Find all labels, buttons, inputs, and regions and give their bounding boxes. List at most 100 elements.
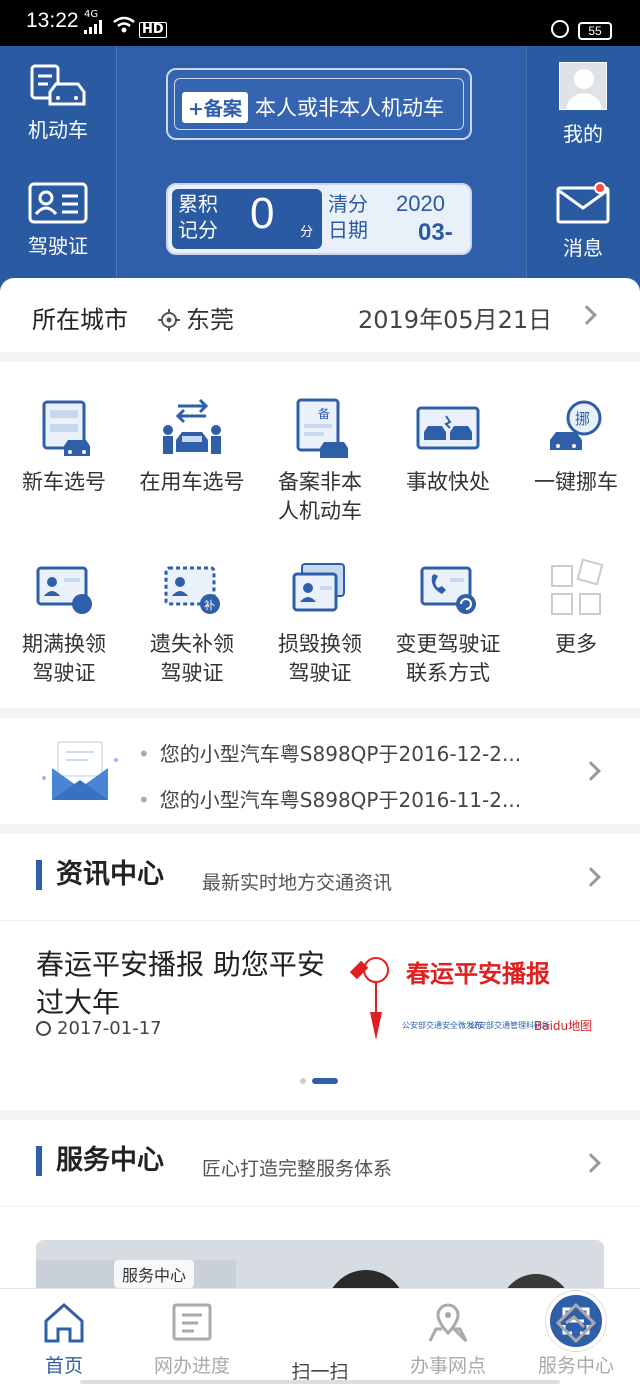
service-center-title: 服务中心: [36, 1146, 164, 1176]
locate-icon: [158, 309, 180, 331]
vehicle-entry[interactable]: 机动车: [0, 64, 116, 143]
header-panel: 机动车 驾驶证 +备案 本人或非本人机动车 累积记分 0 分 清分日期 2020…: [0, 46, 640, 296]
news-image-text: 春运平安播报: [406, 960, 550, 988]
news-headline: 春运平安播报 助您平安过大年: [36, 948, 325, 1019]
tab-label: 网办进度: [153, 1355, 230, 1377]
service-change-contact[interactable]: 变更驾驶证联系方式: [384, 558, 512, 688]
city-date: 2019年05月21日: [358, 306, 553, 334]
message-entry[interactable]: 消息: [526, 182, 640, 261]
accident-icon: [416, 406, 480, 450]
message-badge: [594, 182, 606, 194]
renew-license-icon: [36, 566, 92, 614]
rotation-lock-icon: [551, 20, 569, 38]
tab-service-center[interactable]: 服务中心: [512, 1301, 640, 1378]
score-panel[interactable]: 累积记分 0 分 清分日期 2020 03-: [166, 183, 472, 255]
network-type: 4G: [84, 9, 99, 20]
service-accident[interactable]: 事故快处: [384, 396, 512, 497]
service-label: 更多: [555, 632, 597, 656]
license-entry[interactable]: 驾驶证: [0, 180, 116, 259]
avatar: [559, 62, 607, 110]
status-time: 13:22: [26, 9, 79, 32]
notice-card[interactable]: 您的小型汽车粤S898QP于2016-12-2... 您的小型汽车粤S898QP…: [0, 718, 640, 824]
clear-year: 2020: [396, 191, 445, 216]
notice-item: 您的小型汽车粤S898QP于2016-11-2...: [138, 784, 521, 813]
clear-month: 03-: [418, 219, 453, 246]
score-unit: 分: [300, 225, 314, 240]
service-label: 变更驾驶证联系方式: [395, 632, 501, 685]
used-car-plate-icon: [163, 398, 221, 454]
service-center-tag: 服务中心: [114, 1260, 195, 1288]
replace-license-icon: 补: [164, 566, 220, 614]
register-text: 本人或非本人机动车: [255, 96, 444, 120]
service-register-vehicle[interactable]: 备 备案非本人机动车: [256, 396, 384, 526]
city-location[interactable]: 东莞: [158, 300, 234, 335]
tab-progress[interactable]: 网办进度: [128, 1301, 256, 1378]
news-image-logo: Baidu地图: [534, 1019, 592, 1033]
tab-location[interactable]: 办事网点: [384, 1301, 512, 1378]
register-vehicle-icon: 备: [296, 398, 348, 458]
battery-icon: 55: [578, 22, 612, 40]
vehicle-icon: [30, 64, 86, 106]
tab-label: 办事网点: [409, 1355, 486, 1377]
service-grid: 新车选号 在用车选号 备 备案非本人机动车 事故快处 挪 一键挪车 期满换领驾驶…: [0, 362, 640, 708]
tab-home[interactable]: 首页: [0, 1301, 128, 1378]
service-label: 事故快处: [406, 470, 490, 494]
service-move-car[interactable]: 挪 一键挪车: [512, 396, 640, 497]
vehicle-label: 机动车: [28, 118, 88, 142]
mail-open-icon: [42, 741, 118, 800]
service-renew-license[interactable]: 期满换领驾驶证: [0, 558, 128, 688]
tab-label: 服务中心: [537, 1355, 614, 1377]
bottom-tab-bar: 首页 网办进度 扫一扫 办事网点 服务中心: [0, 1288, 640, 1386]
mine-label: 我的: [563, 122, 603, 146]
home-icon: [44, 1302, 84, 1343]
handshake-icon: [555, 1302, 597, 1344]
signal-icon: [84, 20, 102, 34]
service-label: 一键挪车: [534, 470, 618, 494]
service-replace-license[interactable]: 补 遗失补领驾驶证: [128, 558, 256, 688]
news-title: 资讯中心: [36, 860, 164, 890]
city-label: 所在城市: [32, 306, 128, 334]
change-contact-icon: [420, 566, 476, 614]
register-vehicle-banner[interactable]: +备案 本人或非本人机动车: [166, 68, 472, 140]
service-center-section: 服务中心 匠心打造完整服务体系 服务中心: [0, 1120, 640, 1360]
home-indicator: [80, 1380, 560, 1384]
wifi-icon: [113, 16, 135, 33]
city-name: 东莞: [186, 306, 234, 334]
svg-text:备: 备: [318, 407, 330, 421]
progress-icon: [172, 1303, 212, 1341]
license-icon: [28, 182, 88, 224]
service-new-plate[interactable]: 新车选号: [0, 396, 128, 497]
service-label: 期满换领驾驶证: [22, 632, 106, 685]
service-label: 损毁换领驾驶证: [278, 632, 362, 685]
tab-label: 首页: [44, 1355, 83, 1377]
notice-item: 您的小型汽车粤S898QP于2016-12-2...: [138, 738, 521, 767]
service-label: 新车选号: [22, 470, 106, 494]
more-icon: [551, 558, 604, 615]
service-label: 遗失补领驾驶证: [150, 632, 234, 685]
city-row[interactable]: 所在城市 东莞 2019年05月21日: [0, 278, 640, 352]
chevron-right-icon: [577, 305, 597, 325]
license-label: 驾驶证: [28, 234, 88, 258]
tab-scan[interactable]: 扫一扫: [256, 1291, 606, 1384]
svg-text:补: 补: [204, 599, 215, 612]
damaged-license-icon: [292, 563, 345, 612]
service-center-subtitle: 匠心打造完整服务体系: [202, 1158, 393, 1180]
news-subtitle: 最新实时地方交通资讯: [202, 872, 393, 894]
service-more[interactable]: 更多: [512, 558, 640, 659]
service-damaged-license[interactable]: 损毁换领驾驶证: [256, 558, 384, 688]
register-tag: +备案: [182, 92, 248, 123]
chevron-right-icon[interactable]: [581, 867, 601, 887]
news-section: 资讯中心 最新实时地方交通资讯 春运平安播报 助您平安过大年 2017-01-1…: [0, 834, 640, 1110]
score-label: 累积记分: [178, 192, 218, 242]
new-plate-icon: [42, 400, 90, 456]
status-bar: 13:22 4G HD 55: [0, 0, 640, 46]
mine-entry[interactable]: 我的: [526, 62, 640, 147]
service-used-car-plate[interactable]: 在用车选号: [128, 396, 256, 497]
chevron-right-icon[interactable]: [581, 1153, 601, 1173]
score-value: 0: [250, 189, 275, 238]
message-label: 消息: [563, 236, 603, 260]
service-label: 备案非本人机动车: [278, 470, 362, 523]
service-label: 在用车选号: [139, 470, 245, 494]
hd-badge: HD: [139, 22, 167, 38]
news-date: 2017-01-17: [36, 1018, 162, 1039]
